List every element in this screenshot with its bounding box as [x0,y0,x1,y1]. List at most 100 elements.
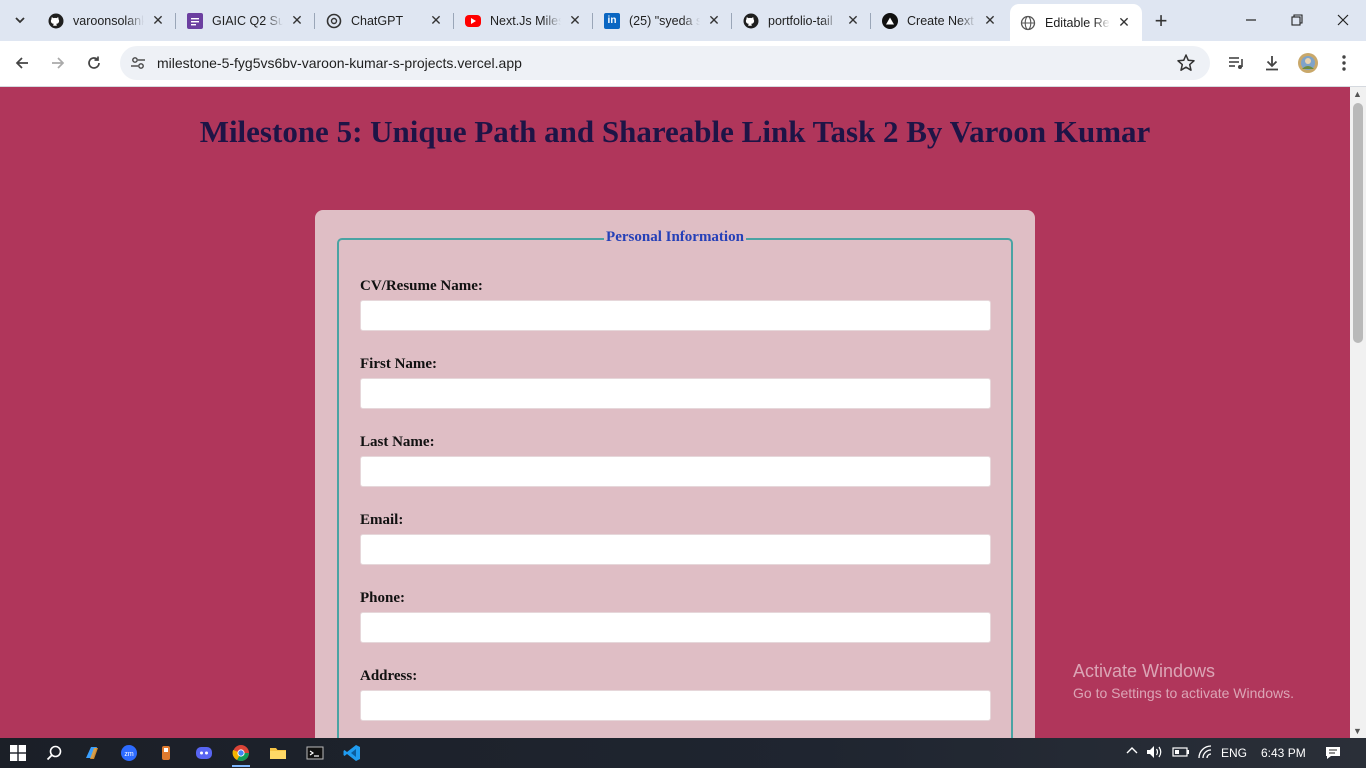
bookmark-star-icon[interactable] [1176,53,1196,73]
media-queue-icon [1229,57,1243,69]
tab-0[interactable]: varoonsolanki ✕ [38,6,176,35]
taskbar-discord[interactable] [191,741,217,765]
restore-icon [1291,14,1303,26]
more-vertical-icon [1342,55,1346,71]
downloads-button[interactable] [1260,51,1284,75]
scroll-up-icon[interactable]: ▲ [1353,89,1362,99]
windows-logo-icon [10,745,26,761]
scrollbar-thumb[interactable] [1353,103,1363,343]
clock-time[interactable]: 6:43 PM [1261,746,1306,760]
close-icon[interactable]: ✕ [845,12,861,29]
cv-name-input[interactable] [360,300,991,331]
close-icon[interactable]: ✕ [706,12,722,29]
github-icon [743,13,759,29]
tab-6[interactable]: Create Next ✕ [872,6,1008,35]
avatar [1298,53,1318,73]
taskbar-app-launcher[interactable] [153,741,179,765]
address-label: Address: [360,668,418,684]
address-input[interactable] [360,690,991,721]
youtube-icon [465,14,481,27]
reload-button[interactable] [79,48,109,78]
tray-overflow-icon[interactable] [1126,745,1138,760]
tab-title: portfolio-tail [768,13,833,28]
windows-taskbar: zm ENG 6:43 PM [0,738,1366,768]
resume-form-card: Personal Information CV/Resume Name: Fir… [315,210,1035,738]
media-control-button[interactable] [1224,51,1248,75]
close-window-button[interactable] [1320,0,1366,40]
fieldset-legend: Personal Information [604,229,746,245]
back-button[interactable] [7,48,37,78]
arrow-right-icon [52,57,65,69]
close-icon[interactable]: ✕ [428,12,444,29]
chatgpt-icon [326,13,342,29]
vscode-icon [343,745,360,761]
minimize-button[interactable] [1228,0,1274,40]
last-name-label: Last Name: [360,434,435,450]
email-label: Email: [360,512,404,528]
tab-3[interactable]: Next.Js Miles ✕ [455,6,593,35]
first-name-input[interactable] [360,378,991,409]
close-icon [1337,14,1349,26]
discord-icon [196,747,212,759]
taskbar-copilot[interactable] [79,741,105,765]
profile-avatar-button[interactable] [1296,51,1320,75]
tab-title: ChatGPT [351,13,404,28]
chevron-down-icon [15,17,25,24]
taskbar-file-explorer[interactable] [265,741,291,765]
language-indicator[interactable]: ENG [1221,746,1247,760]
tab-1[interactable]: GIAIC Q2 Sub ✕ [177,6,315,35]
vertical-scrollbar[interactable]: ▲ ▼ [1350,87,1366,738]
close-icon[interactable]: ✕ [150,12,166,29]
download-icon [1266,56,1278,71]
tab-title: GIAIC Q2 Sub [212,13,283,28]
tab-title: Next.Js Miles [490,13,561,28]
tab-4[interactable]: in (25) "syeda s ✕ [594,6,732,35]
forward-button[interactable] [43,48,73,78]
linkedin-icon: in [604,12,620,29]
taskbar-zoom[interactable]: zm [116,741,142,765]
taskbar-vscode[interactable] [339,741,365,765]
tab-5[interactable]: portfolio-tail ✕ [733,6,871,35]
page-viewport: Milestone 5: Unique Path and Shareable L… [0,87,1350,738]
battery-icon[interactable] [1172,746,1190,761]
close-icon[interactable]: ✕ [289,12,305,29]
tab-title: (25) "syeda s [629,13,700,28]
phone-label: Phone: [360,590,405,606]
tab-search-button[interactable] [6,7,34,33]
wifi-icon[interactable] [1197,744,1213,763]
email-input[interactable] [360,534,991,565]
plus-icon: + [1154,8,1168,33]
site-settings-icon[interactable] [130,55,146,71]
github-icon [48,13,64,29]
taskbar-search-button[interactable] [41,741,67,765]
copilot-icon [86,747,98,759]
taskbar-terminal[interactable] [302,741,328,765]
new-tab-button[interactable]: + [1148,8,1174,34]
terminal-icon [306,746,324,760]
start-button[interactable] [5,741,31,765]
minimize-icon [1246,19,1256,21]
page-title: Milestone 5: Unique Path and Shareable L… [199,114,1151,149]
browser-menu-button[interactable] [1332,51,1356,75]
tab-strip: varoonsolanki ✕ GIAIC Q2 Sub ✕ ChatGPT ✕… [0,0,1366,41]
close-icon[interactable]: ✕ [1116,14,1132,31]
tab-active[interactable]: Editable Resu ✕ [1010,4,1142,41]
restore-button[interactable] [1274,0,1320,40]
volume-icon[interactable] [1146,745,1164,762]
zoom-icon: zm [121,745,137,761]
tab-2[interactable]: ChatGPT ✕ [316,6,454,35]
forms-icon [187,12,203,29]
last-name-input[interactable] [360,456,991,487]
svg-text:zm: zm [124,751,134,758]
globe-icon [1020,15,1036,31]
fieldset-legend-wrap: Personal Information [339,228,1011,246]
phone-input[interactable] [360,612,991,643]
address-bar[interactable]: milestone-5-fyg5vs6bv-varoon-kumar-s-pro… [120,46,1210,80]
taskbar-chrome[interactable] [228,741,254,767]
close-icon[interactable]: ✕ [982,12,998,29]
folder-icon [270,748,286,759]
notifications-icon[interactable] [1325,745,1341,764]
reload-icon [88,56,100,69]
close-icon[interactable]: ✕ [567,12,583,29]
scroll-down-icon[interactable]: ▼ [1353,726,1362,736]
